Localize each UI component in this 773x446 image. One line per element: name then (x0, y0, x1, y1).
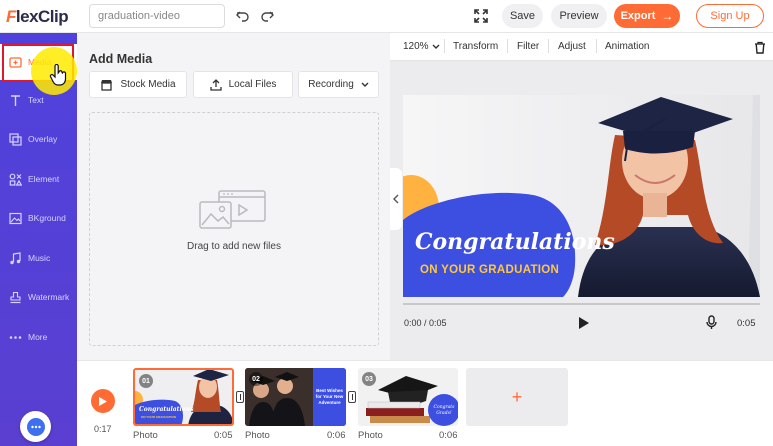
chat-icon (26, 417, 45, 436)
playback-progress-bar[interactable] (403, 303, 760, 305)
transform-button[interactable]: Transform (453, 41, 498, 52)
plus-icon: + (511, 386, 523, 407)
drop-zone-label: Drag to add new files (187, 241, 281, 252)
tab-label: Stock Media (120, 79, 176, 90)
playback-time: 0:00 / 0:05 (404, 318, 447, 328)
sidebar-item-label: Watermark (28, 292, 70, 302)
clip-text: Best Wishes for Your New Adventure (315, 388, 344, 405)
element-icon (8, 172, 22, 186)
chevron-down-icon (432, 44, 440, 50)
clip-duration: 0:06 (439, 430, 458, 441)
sidebar-item-label: BKground (28, 213, 66, 223)
trash-icon[interactable] (750, 37, 770, 57)
toolbar-divider (507, 39, 508, 53)
stock-media-button[interactable]: Stock Media (89, 71, 187, 98)
more-icon (8, 330, 22, 344)
sidebar-item-watermark[interactable]: Watermark (0, 279, 77, 315)
timeline-clip-2[interactable]: 02 Best Wishes for Your New Adventure (245, 368, 346, 426)
clip-type-label: Photo (245, 430, 270, 441)
project-name-input[interactable] (89, 4, 225, 28)
toolbar-divider (444, 39, 445, 53)
sidebar-item-label: More (28, 332, 48, 342)
zoom-dropdown[interactable]: 120% (403, 41, 440, 52)
chevron-down-icon (361, 82, 369, 88)
sidebar-item-label: Element (28, 174, 60, 184)
play-icon[interactable] (578, 316, 590, 335)
video-preview[interactable]: Congratulations ON YOUR GRADUATION (403, 95, 760, 297)
clip-headline: Congratulations (139, 406, 194, 413)
chat-support-button[interactable] (20, 411, 51, 442)
sidebar-item-label: Text (28, 95, 44, 105)
sign-up-button[interactable]: Sign Up (696, 4, 764, 28)
redo-icon[interactable] (257, 6, 277, 26)
transition-button[interactable] (348, 391, 356, 403)
collapse-panel-handle[interactable] (390, 168, 402, 230)
sidebar-item-label: Overlay (28, 134, 58, 144)
sidebar-item-overlay[interactable]: Overlay (0, 121, 77, 157)
adjust-button[interactable]: Adjust (558, 41, 586, 52)
overlay-icon (8, 132, 22, 146)
hand-cursor-icon (49, 64, 67, 86)
store-icon (100, 79, 113, 91)
sidebar-item-label: Music (28, 253, 51, 263)
chevron-left-icon (393, 194, 399, 204)
play-icon (99, 396, 107, 406)
timeline-play-button[interactable] (91, 389, 115, 413)
undo-icon[interactable] (233, 6, 253, 26)
text-icon (8, 93, 22, 107)
save-button[interactable]: Save (502, 4, 543, 28)
timeline-clip-1[interactable]: 01 Congratulations ON YOUR GRADUATION (133, 368, 234, 426)
clip-number: 01 (139, 374, 153, 388)
slide-headline: Congratulations (415, 229, 615, 255)
clip-duration: 0:06 (327, 430, 346, 441)
media-files-icon (199, 190, 266, 229)
toolbar-divider (548, 39, 549, 53)
sidebar-item-element[interactable]: Element (0, 161, 77, 197)
background-icon (8, 211, 22, 225)
recording-dropdown[interactable]: Recording (298, 71, 379, 98)
filter-button[interactable]: Filter (517, 41, 539, 52)
flexclip-logo[interactable]: FlexClip (6, 7, 69, 27)
clip-number: 03 (362, 372, 376, 386)
tab-label: Local Files (228, 79, 277, 90)
music-icon (8, 251, 22, 265)
upload-icon (209, 78, 222, 91)
playback-end-time: 0:05 (737, 318, 756, 329)
local-files-button[interactable]: Local Files (193, 71, 293, 98)
toolbar-divider (596, 39, 597, 53)
timeline-clip-3[interactable]: 03 Congrats Grads! (358, 368, 458, 426)
slide-subline: ON YOUR GRADUATION (420, 264, 560, 276)
zoom-level: 120% (403, 41, 429, 52)
sidebar-item-music[interactable]: Music (0, 240, 77, 276)
microphone-icon[interactable] (706, 315, 717, 335)
total-duration: 0:17 (94, 424, 112, 434)
animation-button[interactable]: Animation (605, 41, 649, 52)
sidebar-item-more[interactable]: More (0, 319, 77, 355)
export-label: Export (620, 10, 656, 22)
add-clip-button[interactable]: + (466, 368, 568, 426)
sidebar-item-bkground[interactable]: BKground (0, 200, 77, 236)
panel-title: Add Media (89, 52, 153, 66)
fullscreen-icon[interactable] (471, 6, 491, 26)
clip-number: 02 (249, 372, 263, 386)
watermark-icon (8, 290, 22, 304)
clip-type-label: Photo (358, 430, 383, 441)
tab-label: Recording (308, 79, 354, 90)
sidebar: Media Text Overlay Element BKground Musi… (0, 33, 77, 446)
clip-type-label: Photo (133, 430, 158, 441)
preview-button[interactable]: Preview (551, 4, 607, 28)
arrow-right-icon: → (661, 9, 674, 23)
transition-button[interactable] (236, 391, 244, 403)
clip-duration: 0:05 (214, 430, 233, 441)
clip-text: Congrats Grads! (433, 405, 455, 416)
clip-subline: ON YOUR GRADUATION (141, 415, 176, 419)
export-button[interactable]: Export → (614, 4, 680, 28)
